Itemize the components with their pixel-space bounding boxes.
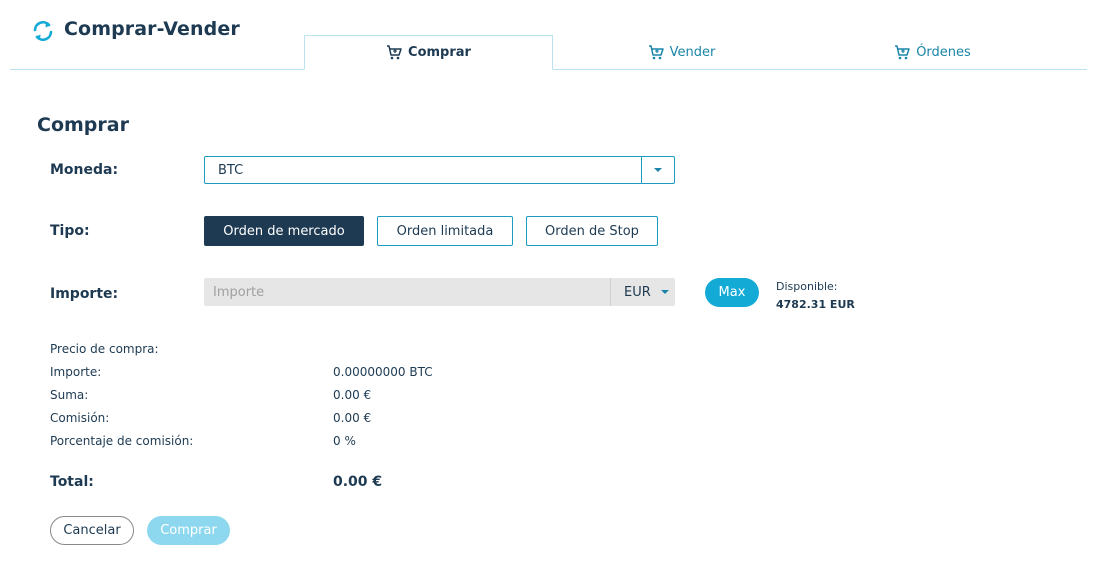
tab-label: Órdenes [916,44,971,60]
market-order-button[interactable]: Orden de mercado [204,216,364,246]
sum-label: Suma: [50,388,89,402]
dropdown-toggle[interactable] [641,157,674,183]
fee-label: Comisión: [50,411,110,425]
max-button[interactable]: Max [705,278,759,307]
tab-label: Comprar [408,45,471,60]
price-label: Precio de compra: [50,342,159,356]
buy-button[interactable]: Comprar [147,516,230,545]
amount-currency-select[interactable]: EUR [610,278,675,306]
currency-value: BTC [218,163,244,178]
amount-input[interactable] [204,278,611,306]
tab-comprar[interactable]: Comprar [304,35,553,70]
stop-order-button[interactable]: Orden de Stop [526,216,658,246]
fee-pct-value: 0 % [333,434,356,448]
section-title: Comprar [37,114,129,136]
available-value: 4782.31 EUR [776,298,855,311]
available-label: Disponible: [776,280,838,293]
total-label: Total: [50,474,94,490]
cart-icon [387,45,402,60]
refresh-icon [33,21,53,41]
app-title: Comprar-Vender [64,18,240,40]
amount-currency-value: EUR [624,284,651,300]
cancel-button[interactable]: Cancelar [50,516,134,545]
type-label: Tipo: [50,223,90,239]
chevron-down-icon [660,290,669,294]
tab-ordenes[interactable]: Órdenes [808,35,1057,69]
summary-amount-label: Importe: [50,365,102,379]
currency-select[interactable]: BTC [204,156,675,184]
fee-value: 0.00 € [333,411,372,425]
limit-order-button[interactable]: Orden limitada [377,216,513,246]
cart-icon [895,44,910,59]
currency-label: Moneda: [50,162,119,178]
summary-amount-value: 0.00000000 BTC [333,365,433,379]
sum-value: 0.00 € [333,388,372,402]
amount-label: Importe: [50,286,119,302]
total-value: 0.00 € [333,474,383,490]
tab-vender[interactable]: Vender [557,35,806,69]
chevron-down-icon [654,168,662,172]
fee-pct-label: Porcentaje de comisión: [50,434,194,448]
tab-label: Vender [669,44,716,60]
cart-icon [648,44,664,59]
